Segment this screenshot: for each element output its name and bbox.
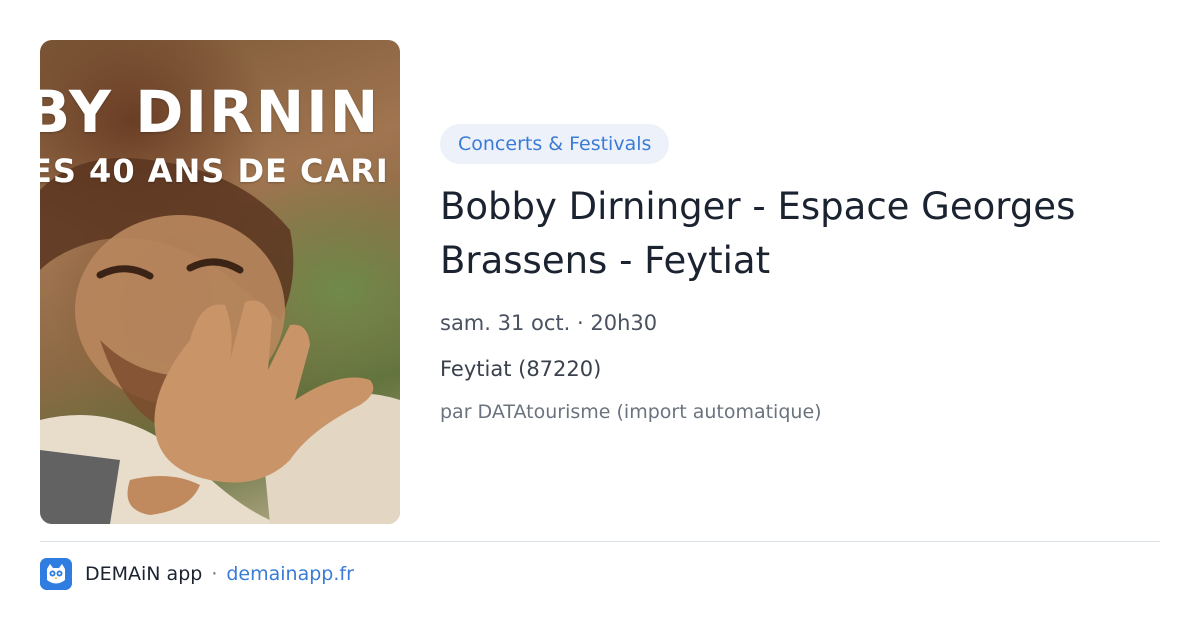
site-link[interactable]: demainapp.fr bbox=[226, 563, 354, 585]
owl-icon bbox=[40, 558, 72, 590]
divider bbox=[40, 541, 1160, 542]
app-name: DEMAiN app bbox=[85, 563, 203, 585]
poster-subheadline: ES 40 ANS DE CARI bbox=[40, 152, 389, 190]
separator-dot: · bbox=[211, 563, 218, 585]
event-location: Feytiat (87220) bbox=[440, 357, 602, 381]
event-title[interactable]: Bobby Dirninger - Espace Georges Brassen… bbox=[440, 180, 1160, 288]
poster-headline: BY DIRNIN bbox=[40, 78, 381, 146]
link-preview-card[interactable]: BY DIRNIN ES 40 ANS DE CARI Concerts & F… bbox=[0, 0, 1200, 630]
category-badge[interactable]: Concerts & Festivals bbox=[440, 124, 670, 164]
event-source: par DATAtourisme (import automatique) bbox=[440, 401, 822, 423]
event-image[interactable]: BY DIRNIN ES 40 ANS DE CARI bbox=[40, 40, 400, 524]
site-footer: DEMAiN app · demainapp.fr bbox=[40, 558, 354, 590]
event-datetime: sam. 31 oct. · 20h30 bbox=[440, 311, 658, 335]
